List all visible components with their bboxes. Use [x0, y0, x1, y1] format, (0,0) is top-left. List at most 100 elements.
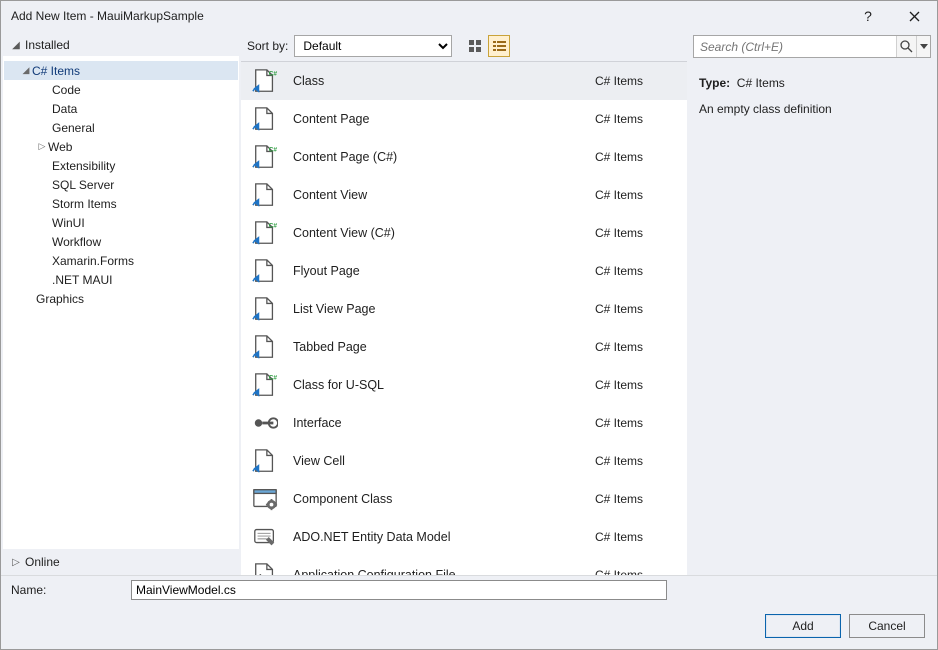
template-item[interactable]: List View PageC# Items: [241, 290, 687, 328]
tree-node-data[interactable]: Data: [4, 99, 238, 118]
add-new-item-dialog: Add New Item - MauiMarkupSample ? ◢ Inst…: [0, 0, 938, 650]
template-icon: [251, 295, 279, 323]
tree-node-dotnet-maui[interactable]: .NET MAUI: [4, 270, 238, 289]
tree-node-xamarin-forms[interactable]: Xamarin.Forms: [4, 251, 238, 270]
tree-node-general[interactable]: General: [4, 118, 238, 137]
template-icon: [251, 561, 279, 575]
close-icon: [909, 11, 920, 22]
template-icon: [251, 409, 279, 437]
view-grid-button[interactable]: [464, 35, 486, 57]
template-description: An empty class definition: [699, 100, 927, 118]
template-icon: [251, 143, 279, 171]
template-details: Type: C# Items An empty class definition: [693, 58, 931, 122]
template-item[interactable]: Content View (C#)C# Items: [241, 214, 687, 252]
template-item[interactable]: ADO.NET Entity Data ModelC# Items: [241, 518, 687, 556]
template-category: C# Items: [595, 530, 677, 544]
expand-icon: ◢: [11, 40, 21, 51]
template-icon: [251, 371, 279, 399]
template-item[interactable]: ClassC# Items: [241, 62, 687, 100]
expand-icon: ▷: [11, 557, 21, 568]
sort-toolbar: Sort by: Default: [241, 31, 687, 61]
details-pane: Type: C# Items An empty class definition: [687, 31, 937, 575]
type-label: Type:: [699, 76, 730, 90]
template-name: View Cell: [293, 454, 595, 468]
template-item[interactable]: Content Page (C#)C# Items: [241, 138, 687, 176]
sort-label: Sort by:: [247, 39, 288, 53]
template-name: Interface: [293, 416, 595, 430]
template-item[interactable]: Flyout PageC# Items: [241, 252, 687, 290]
template-icon: [251, 219, 279, 247]
name-input[interactable]: [131, 580, 667, 600]
chevron-down-icon: [920, 44, 928, 50]
template-category: C# Items: [595, 378, 677, 392]
tree-node-workflow[interactable]: Workflow: [4, 232, 238, 251]
template-icon: [251, 181, 279, 209]
template-category: C# Items: [595, 188, 677, 202]
template-item[interactable]: Tabbed PageC# Items: [241, 328, 687, 366]
tree-node-winui[interactable]: WinUI: [4, 213, 238, 232]
template-name: Content Page: [293, 112, 595, 126]
name-row: Name:: [1, 575, 937, 603]
tree-node-sql-server[interactable]: SQL Server: [4, 175, 238, 194]
template-category: C# Items: [595, 340, 677, 354]
template-item[interactable]: Class for U-SQLC# Items: [241, 366, 687, 404]
template-item[interactable]: View CellC# Items: [241, 442, 687, 480]
template-category: C# Items: [595, 226, 677, 240]
cancel-button[interactable]: Cancel: [849, 614, 925, 638]
add-button[interactable]: Add: [765, 614, 841, 638]
template-item[interactable]: Component ClassC# Items: [241, 480, 687, 518]
tree-node-code[interactable]: Code: [4, 80, 238, 99]
view-list-button[interactable]: [488, 35, 510, 57]
search-button[interactable]: [896, 36, 916, 57]
category-tree: ◢ C# Items Code Data General ▷ Web Exten…: [3, 56, 239, 549]
template-name: Class: [293, 74, 595, 88]
tree-node-storm-items[interactable]: Storm Items: [4, 194, 238, 213]
tree-node-web[interactable]: ▷ Web: [4, 137, 238, 156]
template-name: Tabbed Page: [293, 340, 595, 354]
template-name: List View Page: [293, 302, 595, 316]
name-label: Name:: [11, 583, 121, 597]
tree-node-csharp-items[interactable]: ◢ C# Items: [4, 61, 238, 80]
template-list-pane: Sort by: Default ClassC# ItemsCont: [241, 31, 687, 575]
template-category: C# Items: [595, 112, 677, 126]
template-category: C# Items: [595, 454, 677, 468]
template-category: C# Items: [595, 302, 677, 316]
template-name: Content View: [293, 188, 595, 202]
list-icon: [492, 39, 507, 53]
search-options-button[interactable]: [916, 36, 930, 57]
template-item[interactable]: Content PageC# Items: [241, 100, 687, 138]
template-icon: [251, 257, 279, 285]
installed-header[interactable]: ◢ Installed: [1, 31, 241, 56]
online-label: Online: [25, 555, 60, 569]
expand-icon: ◢: [20, 65, 32, 76]
template-category: C# Items: [595, 492, 677, 506]
type-value: C# Items: [737, 76, 785, 90]
template-list[interactable]: ClassC# ItemsContent PageC# ItemsContent…: [241, 61, 687, 575]
template-icon: [251, 105, 279, 133]
template-category: C# Items: [595, 264, 677, 278]
sort-select[interactable]: Default: [294, 35, 452, 57]
template-item[interactable]: InterfaceC# Items: [241, 404, 687, 442]
category-tree-pane: ◢ Installed ◢ C# Items Code Data General…: [1, 31, 241, 575]
template-icon: [251, 447, 279, 475]
help-button[interactable]: ?: [845, 1, 891, 31]
template-name: Class for U-SQL: [293, 378, 595, 392]
template-name: Application Configuration File: [293, 568, 595, 575]
dialog-buttons: Add Cancel: [1, 603, 937, 649]
template-name: Component Class: [293, 492, 595, 506]
template-category: C# Items: [595, 416, 677, 430]
template-item[interactable]: Content ViewC# Items: [241, 176, 687, 214]
window-title: Add New Item - MauiMarkupSample: [11, 9, 845, 23]
template-name: Content View (C#): [293, 226, 595, 240]
close-button[interactable]: [891, 1, 937, 31]
template-name: Content Page (C#): [293, 150, 595, 164]
online-header[interactable]: ▷ Online: [1, 549, 241, 575]
template-category: C# Items: [595, 568, 677, 575]
tree-node-graphics[interactable]: Graphics: [4, 289, 238, 308]
tree-node-extensibility[interactable]: Extensibility: [4, 156, 238, 175]
grid-icon: [468, 39, 482, 53]
template-icon: [251, 485, 279, 513]
template-item[interactable]: Application Configuration FileC# Items: [241, 556, 687, 575]
installed-label: Installed: [25, 38, 70, 52]
template-icon: [251, 67, 279, 95]
